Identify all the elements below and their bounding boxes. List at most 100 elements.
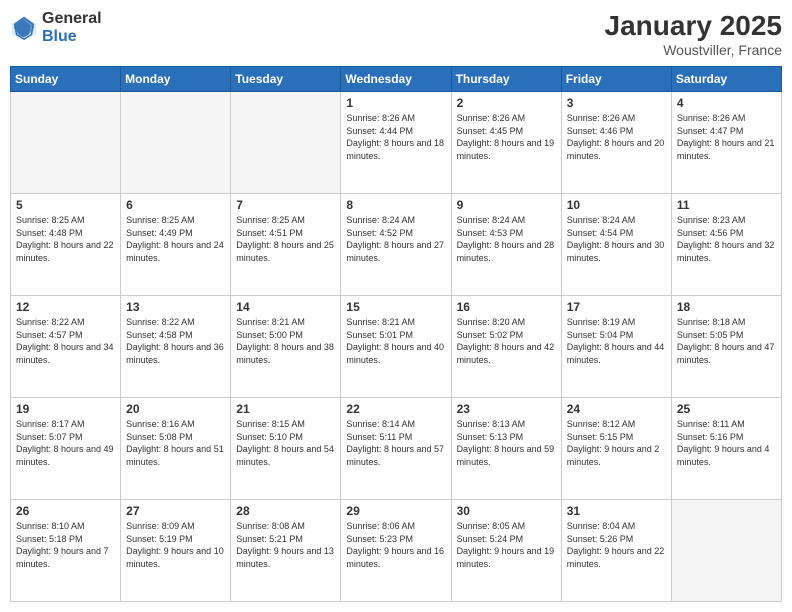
day-number: 27 <box>126 504 225 518</box>
calendar-week-row: 5 Sunrise: 8:25 AM Sunset: 4:48 PM Daylig… <box>11 194 782 296</box>
calendar-cell: 13 Sunrise: 8:22 AM Sunset: 4:58 PM Dayli… <box>121 296 231 398</box>
logo-icon <box>10 14 38 42</box>
calendar-week-row: 12 Sunrise: 8:22 AM Sunset: 4:57 PM Dayli… <box>11 296 782 398</box>
day-number: 30 <box>457 504 556 518</box>
page: General Blue January 2025 Woustviller, F… <box>0 0 792 612</box>
calendar-cell: 14 Sunrise: 8:21 AM Sunset: 5:00 PM Dayli… <box>231 296 341 398</box>
calendar-table: SundayMondayTuesdayWednesdayThursdayFrid… <box>10 66 782 602</box>
day-number: 26 <box>16 504 115 518</box>
calendar-cell <box>671 500 781 602</box>
cell-text: Sunrise: 8:26 AM Sunset: 4:47 PM Dayligh… <box>677 112 776 162</box>
cell-text: Sunrise: 8:22 AM Sunset: 4:58 PM Dayligh… <box>126 316 225 366</box>
day-number: 20 <box>126 402 225 416</box>
calendar-week-row: 19 Sunrise: 8:17 AM Sunset: 5:07 PM Dayli… <box>11 398 782 500</box>
calendar-cell: 27 Sunrise: 8:09 AM Sunset: 5:19 PM Dayli… <box>121 500 231 602</box>
calendar-cell: 25 Sunrise: 8:11 AM Sunset: 5:16 PM Dayli… <box>671 398 781 500</box>
day-number: 24 <box>567 402 666 416</box>
calendar-header-wednesday: Wednesday <box>341 67 451 92</box>
calendar-cell: 29 Sunrise: 8:06 AM Sunset: 5:23 PM Dayli… <box>341 500 451 602</box>
cell-text: Sunrise: 8:04 AM Sunset: 5:26 PM Dayligh… <box>567 520 666 570</box>
cell-text: Sunrise: 8:13 AM Sunset: 5:13 PM Dayligh… <box>457 418 556 468</box>
calendar-cell: 10 Sunrise: 8:24 AM Sunset: 4:54 PM Dayli… <box>561 194 671 296</box>
calendar-cell <box>11 92 121 194</box>
cell-text: Sunrise: 8:09 AM Sunset: 5:19 PM Dayligh… <box>126 520 225 570</box>
title-block: January 2025 Woustviller, France <box>605 10 782 58</box>
day-number: 9 <box>457 198 556 212</box>
cell-text: Sunrise: 8:25 AM Sunset: 4:49 PM Dayligh… <box>126 214 225 264</box>
calendar-header-tuesday: Tuesday <box>231 67 341 92</box>
cell-text: Sunrise: 8:11 AM Sunset: 5:16 PM Dayligh… <box>677 418 776 468</box>
cell-text: Sunrise: 8:14 AM Sunset: 5:11 PM Dayligh… <box>346 418 445 468</box>
calendar-cell: 23 Sunrise: 8:13 AM Sunset: 5:13 PM Dayli… <box>451 398 561 500</box>
calendar-cell: 21 Sunrise: 8:15 AM Sunset: 5:10 PM Dayli… <box>231 398 341 500</box>
day-number: 19 <box>16 402 115 416</box>
calendar-cell: 1 Sunrise: 8:26 AM Sunset: 4:44 PM Daylig… <box>341 92 451 194</box>
cell-text: Sunrise: 8:05 AM Sunset: 5:24 PM Dayligh… <box>457 520 556 570</box>
calendar-cell: 7 Sunrise: 8:25 AM Sunset: 4:51 PM Daylig… <box>231 194 341 296</box>
day-number: 23 <box>457 402 556 416</box>
cell-text: Sunrise: 8:25 AM Sunset: 4:51 PM Dayligh… <box>236 214 335 264</box>
logo-blue-text: Blue <box>42 28 102 46</box>
calendar-cell: 26 Sunrise: 8:10 AM Sunset: 5:18 PM Dayli… <box>11 500 121 602</box>
day-number: 1 <box>346 96 445 110</box>
day-number: 10 <box>567 198 666 212</box>
calendar-cell <box>121 92 231 194</box>
cell-text: Sunrise: 8:25 AM Sunset: 4:48 PM Dayligh… <box>16 214 115 264</box>
day-number: 25 <box>677 402 776 416</box>
day-number: 8 <box>346 198 445 212</box>
cell-text: Sunrise: 8:16 AM Sunset: 5:08 PM Dayligh… <box>126 418 225 468</box>
month-title: January 2025 <box>605 10 782 42</box>
day-number: 29 <box>346 504 445 518</box>
cell-text: Sunrise: 8:08 AM Sunset: 5:21 PM Dayligh… <box>236 520 335 570</box>
calendar-cell <box>231 92 341 194</box>
day-number: 5 <box>16 198 115 212</box>
cell-text: Sunrise: 8:21 AM Sunset: 5:00 PM Dayligh… <box>236 316 335 366</box>
calendar-cell: 16 Sunrise: 8:20 AM Sunset: 5:02 PM Dayli… <box>451 296 561 398</box>
day-number: 21 <box>236 402 335 416</box>
day-number: 13 <box>126 300 225 314</box>
day-number: 15 <box>346 300 445 314</box>
calendar-cell: 20 Sunrise: 8:16 AM Sunset: 5:08 PM Dayli… <box>121 398 231 500</box>
cell-text: Sunrise: 8:22 AM Sunset: 4:57 PM Dayligh… <box>16 316 115 366</box>
cell-text: Sunrise: 8:20 AM Sunset: 5:02 PM Dayligh… <box>457 316 556 366</box>
cell-text: Sunrise: 8:18 AM Sunset: 5:05 PM Dayligh… <box>677 316 776 366</box>
day-number: 2 <box>457 96 556 110</box>
cell-text: Sunrise: 8:15 AM Sunset: 5:10 PM Dayligh… <box>236 418 335 468</box>
calendar-cell: 18Sunrise: 8:18 AM Sunset: 5:05 PM Dayli… <box>671 296 781 398</box>
calendar-header-thursday: Thursday <box>451 67 561 92</box>
calendar-cell: 15 Sunrise: 8:21 AM Sunset: 5:01 PM Dayli… <box>341 296 451 398</box>
cell-text: Sunrise: 8:12 AM Sunset: 5:15 PM Dayligh… <box>567 418 666 468</box>
cell-text: Sunrise: 8:19 AM Sunset: 5:04 PM Dayligh… <box>567 316 666 366</box>
cell-text: Sunrise: 8:17 AM Sunset: 5:07 PM Dayligh… <box>16 418 115 468</box>
cell-text: Sunrise: 8:26 AM Sunset: 4:44 PM Dayligh… <box>346 112 445 162</box>
day-number: 3 <box>567 96 666 110</box>
calendar-week-row: 26 Sunrise: 8:10 AM Sunset: 5:18 PM Dayli… <box>11 500 782 602</box>
calendar-cell: 19 Sunrise: 8:17 AM Sunset: 5:07 PM Dayli… <box>11 398 121 500</box>
cell-text: Sunrise: 8:10 AM Sunset: 5:18 PM Dayligh… <box>16 520 115 570</box>
calendar-header-monday: Monday <box>121 67 231 92</box>
calendar-header-saturday: Saturday <box>671 67 781 92</box>
day-number: 6 <box>126 198 225 212</box>
calendar-cell: 30 Sunrise: 8:05 AM Sunset: 5:24 PM Dayli… <box>451 500 561 602</box>
calendar-week-row: 1 Sunrise: 8:26 AM Sunset: 4:44 PM Daylig… <box>11 92 782 194</box>
logo: General Blue <box>10 10 102 45</box>
calendar-cell: 9Sunrise: 8:24 AM Sunset: 4:53 PM Daylig… <box>451 194 561 296</box>
day-number: 12 <box>16 300 115 314</box>
calendar-cell: 12 Sunrise: 8:22 AM Sunset: 4:57 PM Dayli… <box>11 296 121 398</box>
cell-text: Sunrise: 8:06 AM Sunset: 5:23 PM Dayligh… <box>346 520 445 570</box>
day-number: 7 <box>236 198 335 212</box>
cell-text: Sunrise: 8:21 AM Sunset: 5:01 PM Dayligh… <box>346 316 445 366</box>
calendar-cell: 28Sunrise: 8:08 AM Sunset: 5:21 PM Dayli… <box>231 500 341 602</box>
calendar-cell: 24 Sunrise: 8:12 AM Sunset: 5:15 PM Dayli… <box>561 398 671 500</box>
cell-text: Sunrise: 8:24 AM Sunset: 4:54 PM Dayligh… <box>567 214 666 264</box>
calendar-cell: 4 Sunrise: 8:26 AM Sunset: 4:47 PM Daylig… <box>671 92 781 194</box>
day-number: 16 <box>457 300 556 314</box>
calendar-cell: 22 Sunrise: 8:14 AM Sunset: 5:11 PM Dayli… <box>341 398 451 500</box>
day-number: 14 <box>236 300 335 314</box>
calendar-cell: 3Sunrise: 8:26 AM Sunset: 4:46 PM Daylig… <box>561 92 671 194</box>
day-number: 4 <box>677 96 776 110</box>
calendar-cell: 11Sunrise: 8:23 AM Sunset: 4:56 PM Dayli… <box>671 194 781 296</box>
calendar-cell: 8Sunrise: 8:24 AM Sunset: 4:52 PM Daylig… <box>341 194 451 296</box>
day-number: 22 <box>346 402 445 416</box>
calendar-header-row: SundayMondayTuesdayWednesdayThursdayFrid… <box>11 67 782 92</box>
